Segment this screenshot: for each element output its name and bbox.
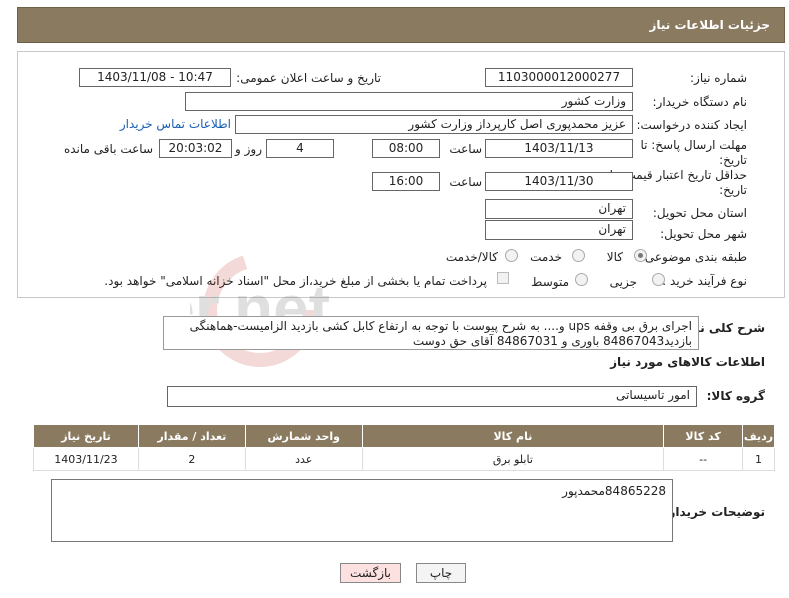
cell-code: --	[663, 447, 744, 471]
col-header-row: ردیف	[742, 424, 775, 448]
category-goods-service-radio[interactable]	[505, 249, 518, 262]
cell-date: 1403/11/23	[33, 447, 139, 471]
buyer-notes-field[interactable]: 84865228محمدپور	[51, 479, 673, 542]
page-header: جزئیات اطلاعات نیاز	[17, 7, 785, 43]
process-type-label: نوع فرآیند خرید :	[662, 274, 747, 288]
category-service-radio[interactable]	[572, 249, 585, 262]
category-goods-radio[interactable]	[634, 249, 647, 262]
process-medium-label: متوسط	[531, 275, 569, 289]
description-field[interactable]: اجرای برق بی وقفه ups و.... به شرح پیوست…	[163, 316, 699, 350]
col-header-date: تاریخ نیاز	[33, 424, 139, 448]
buyer-org-field[interactable]: وزارت کشور	[185, 92, 633, 111]
creator-field[interactable]: عزیز محمدپوری اصل کارپرداز وزارت کشور	[235, 115, 633, 134]
deadline-date-field[interactable]: 1403/11/13	[485, 139, 633, 158]
remaining-time-label: ساعت باقی مانده	[63, 142, 153, 156]
category-goods-service-label: کالا/خدمت	[445, 250, 498, 264]
deadline-label-date: تاریخ:	[719, 153, 747, 167]
goods-table: ردیف کد کالا نام کالا واحد شمارش تعداد /…	[33, 424, 775, 471]
treasury-payment-note: پرداخت تمام یا بخشی از مبلغ خرید،از محل …	[104, 274, 487, 288]
validity-date-field[interactable]: 1403/11/30	[485, 172, 633, 191]
province-field[interactable]: تهران	[485, 199, 633, 219]
city-field[interactable]: تهران	[485, 220, 633, 240]
category-goods-label: کالا	[606, 250, 623, 264]
buyer-notes-label: توضیحات خریدار:	[663, 505, 765, 519]
remaining-days-field[interactable]: 4	[266, 139, 334, 158]
buyer-contact-link[interactable]: اطلاعات تماس خریدار	[120, 117, 231, 131]
col-header-code: کد کالا	[663, 424, 744, 448]
treasury-payment-checkbox[interactable]	[497, 272, 509, 284]
need-number-field[interactable]: 1103000012000277	[485, 68, 633, 87]
table-row[interactable]: 1 -- تابلو برق عدد 2 1403/11/23	[33, 447, 775, 471]
buyer-org-label: نام دستگاه خریدار:	[652, 95, 748, 109]
announce-datetime-field[interactable]: 1403/11/08 - 10:47	[79, 68, 231, 87]
cell-unit: عدد	[244, 447, 363, 471]
deadline-time-field[interactable]: 08:00	[372, 139, 440, 158]
validity-time-field[interactable]: 16:00	[372, 172, 440, 191]
col-header-name: نام کالا	[361, 424, 665, 448]
city-label: شهر محل تحویل:	[660, 227, 747, 241]
remaining-time-field[interactable]: 20:03:02	[159, 139, 232, 158]
col-header-quantity: تعداد / مقدار	[137, 424, 246, 448]
province-label: استان محل تحویل:	[652, 206, 747, 220]
goods-group-field[interactable]: امور تاسیساتی	[167, 386, 697, 407]
cell-name: تابلو برق	[361, 447, 665, 471]
deadline-time-label: ساعت	[449, 142, 482, 156]
goods-section-title: اطلاعات کالاهای مورد نیاز	[610, 355, 765, 369]
cell-quantity: 2	[137, 447, 246, 471]
validity-time-label: ساعت	[449, 175, 482, 189]
back-button[interactable]: بازگشت	[340, 563, 401, 583]
category-label: طبقه بندی موضوعی:	[640, 250, 747, 264]
announce-datetime-label: تاریخ و ساعت اعلان عمومی:	[236, 71, 381, 85]
process-minor-radio[interactable]	[652, 273, 665, 286]
creator-label: ایجاد کننده درخواست:	[636, 118, 747, 132]
cell-row-number: 1	[742, 447, 775, 471]
process-medium-radio[interactable]	[575, 273, 588, 286]
need-number-label: شماره نیاز:	[690, 71, 747, 85]
days-label: روز و	[235, 142, 262, 156]
page-title: جزئیات اطلاعات نیاز	[649, 18, 770, 32]
print-button[interactable]: چاپ	[416, 563, 466, 583]
process-minor-label: جزیی	[609, 275, 637, 289]
validity-label-date: تاریخ:	[719, 183, 747, 197]
category-service-label: خدمت	[530, 250, 562, 264]
col-header-unit: واحد شمارش	[244, 424, 363, 448]
goods-group-label: گروه کالا:	[706, 389, 765, 403]
deadline-label: مهلت ارسال پاسخ: تا	[640, 138, 747, 152]
